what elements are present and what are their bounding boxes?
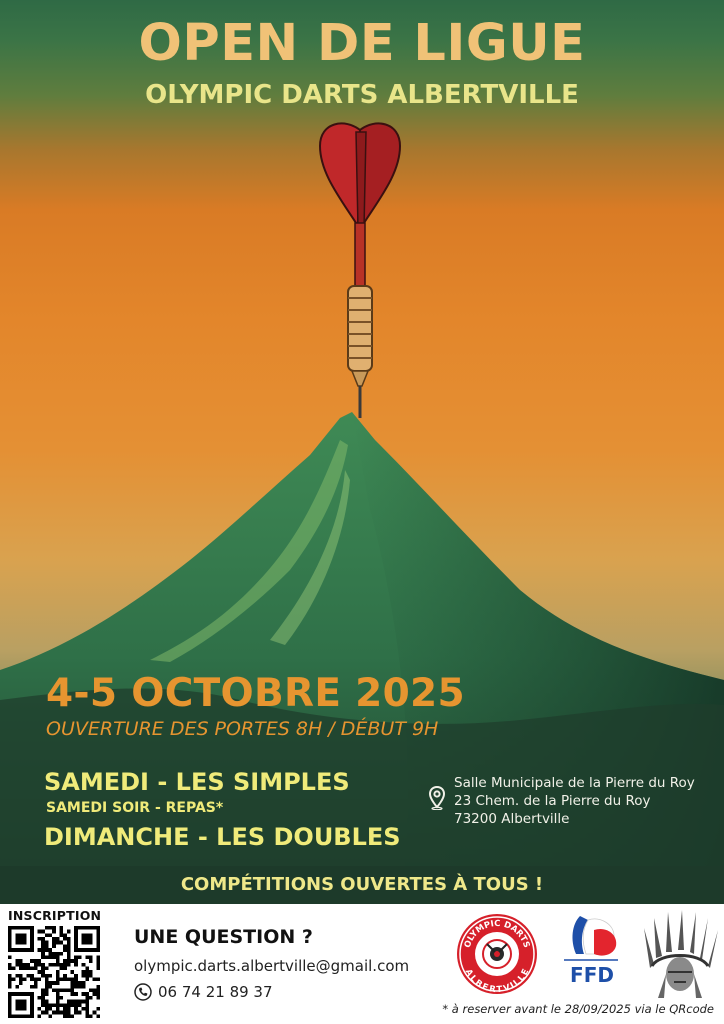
location-pin-icon xyxy=(428,786,446,810)
meal-reservation-note: * à reserver avant le 28/09/2025 via le … xyxy=(442,1002,714,1016)
saturday-program: SAMEDI - LES SIMPLES xyxy=(44,768,350,796)
federation-logo-text: FFD xyxy=(570,963,614,987)
sunday-program: DIMANCHE - LES DOUBLES xyxy=(44,823,401,851)
venue-street: 23 Chem. de la Pierre du Roy xyxy=(454,793,651,809)
question-heading: UNE QUESTION ? xyxy=(134,926,313,948)
club-logo: OLYMPIC DARTS ALBERTVILLE xyxy=(457,914,537,995)
phone-number: 06 74 21 89 37 xyxy=(158,983,273,1001)
federation-logo: FFD xyxy=(564,916,618,987)
venue-name: Salle Municipale de la Pierre du Roy xyxy=(454,775,695,791)
contact-email[interactable]: olympic.darts.albertville@gmail.com xyxy=(134,957,409,975)
registration-qr-code[interactable] xyxy=(8,926,100,1018)
chief-logo xyxy=(644,910,718,998)
saturday-evening-program: SAMEDI SOIR - REPAS* xyxy=(46,800,224,816)
contact-phone[interactable]: 06 74 21 89 37 xyxy=(134,983,273,1001)
event-poster: OPEN DE LIGUE OLYMPIC DARTS ALBERTVILLE … xyxy=(0,0,724,1024)
venue-address: Salle Municipale de la Pierre du Roy 23 … xyxy=(428,774,695,828)
venue-city: 73200 Albertville xyxy=(454,811,570,827)
dart-illustration xyxy=(318,122,402,418)
opening-hours: OUVERTURE DES PORTES 8H / DÉBUT 9H xyxy=(46,718,439,740)
club-name: OLYMPIC DARTS ALBERTVILLE xyxy=(145,80,579,110)
footer: INSCRIPTION UNE QUESTION ? olympic.darts… xyxy=(0,904,724,1024)
open-to-all-banner: COMPÉTITIONS OUVERTES À TOUS ! xyxy=(0,866,724,904)
inscription-label: INSCRIPTION xyxy=(8,908,102,923)
event-dates: 4-5 OCTOBRE 2025 xyxy=(46,671,465,716)
phone-icon xyxy=(134,983,152,1001)
event-title: OPEN DE LIGUE xyxy=(138,14,586,73)
